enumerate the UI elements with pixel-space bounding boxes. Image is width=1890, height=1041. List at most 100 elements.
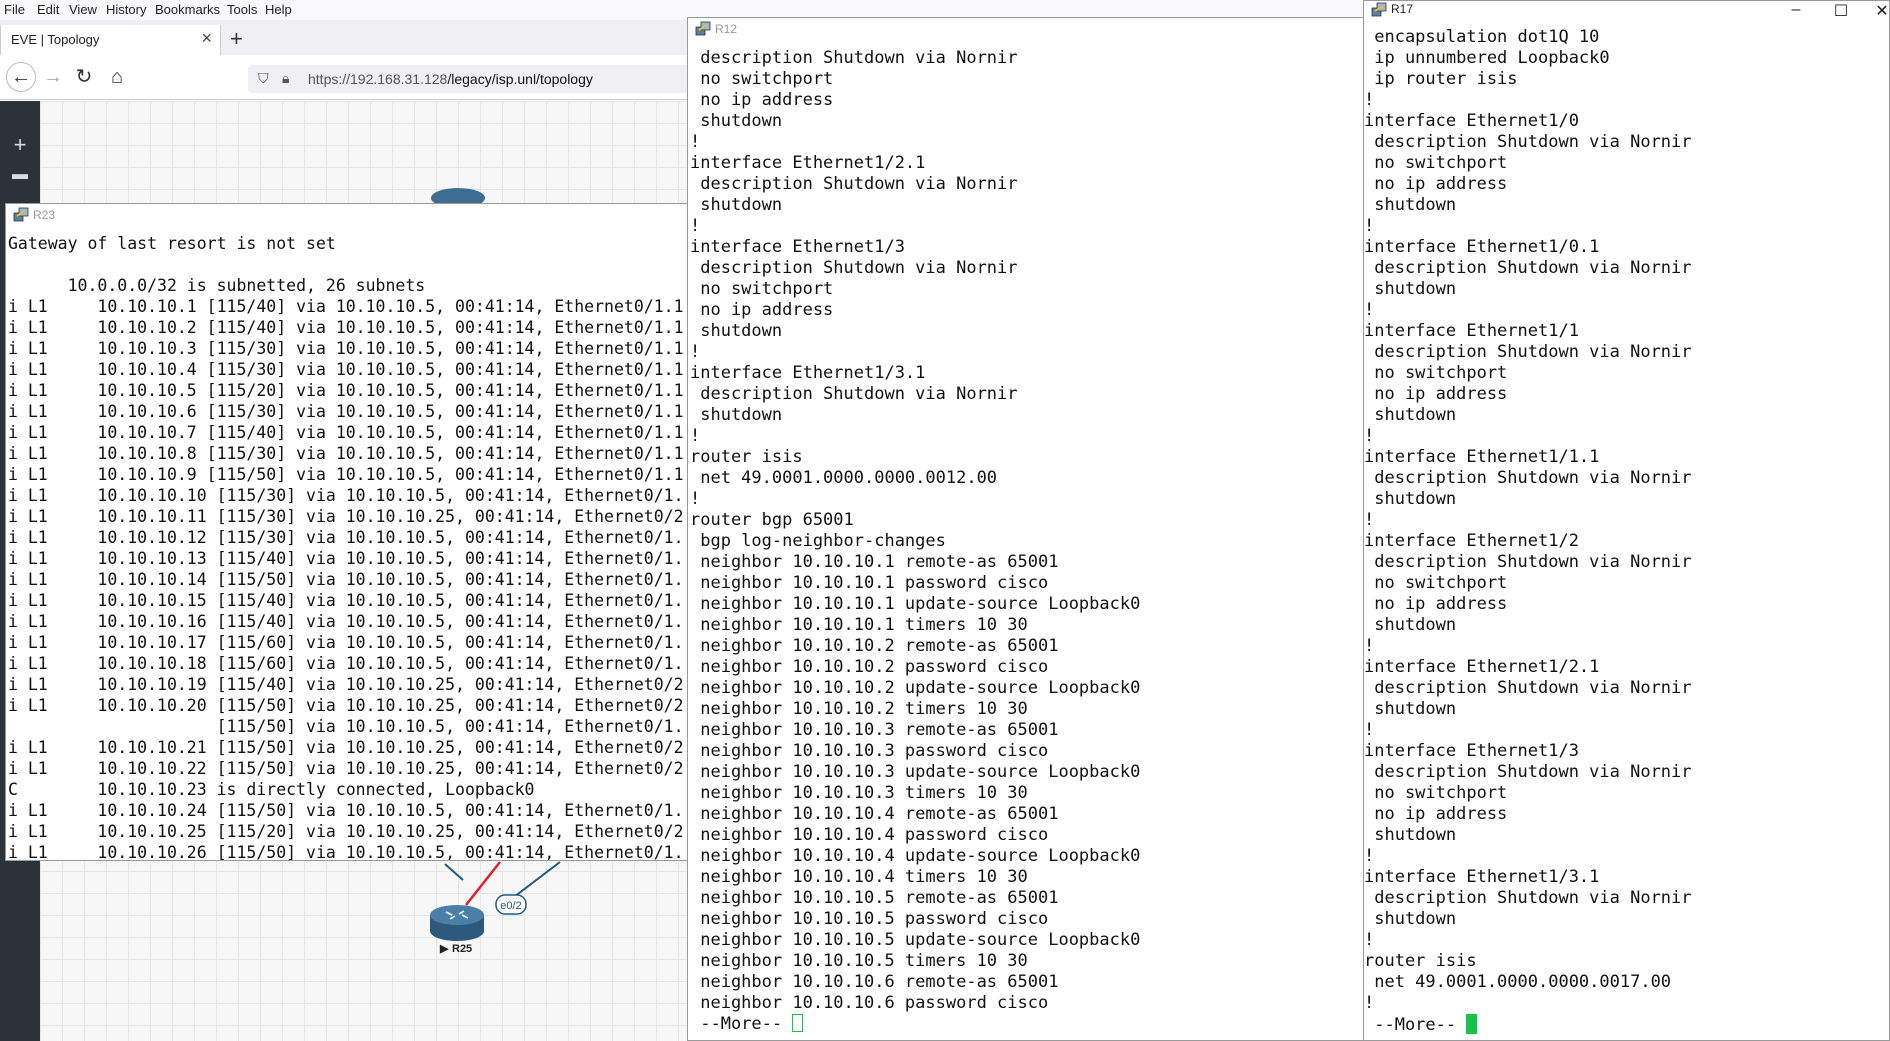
terminal-line: !: [1364, 993, 1375, 1013]
terminal-line: 10.0.0.0/32 is subnetted, 26 subnets: [8, 276, 426, 295]
window-title: R17: [1391, 2, 1414, 16]
terminal-line: i L1 10.10.10.17 [115/60] via 10.10.10.5…: [8, 633, 684, 652]
terminal-line: no switchport: [690, 279, 834, 299]
terminal-line: !: [690, 426, 701, 446]
terminal-line: description Shutdown via Nornir: [1364, 678, 1692, 698]
terminal-line: neighbor 10.10.10.2 timers 10 30: [690, 699, 1028, 719]
terminal-line: i L1 10.10.10.18 [115/60] via 10.10.10.5…: [8, 654, 684, 673]
terminal-line: shutdown: [690, 321, 783, 341]
terminal-line: bgp log-neighbor-changes: [690, 531, 946, 551]
terminal-line: shutdown: [1364, 825, 1457, 845]
terminal-line: interface Ethernet1/2.1: [690, 153, 926, 173]
terminal-line: Gateway of last resort is not set: [8, 234, 336, 253]
terminal-line: neighbor 10.10.10.6 password cisco: [690, 993, 1049, 1013]
close-icon[interactable]: ✕: [1867, 1, 1889, 21]
terminal-line: neighbor 10.10.10.6 remote-as 65001: [690, 972, 1059, 992]
terminal-line: !: [690, 132, 701, 152]
terminal-line: i L1 10.10.10.11 [115/30] via 10.10.10.2…: [8, 507, 684, 526]
window-titlebar[interactable]: R23: [6, 204, 704, 226]
terminal-line: i L1 10.10.10.7 [115/40] via 10.10.10.5,…: [8, 423, 684, 442]
terminal-line: interface Ethernet1/3: [1364, 741, 1579, 761]
terminal-line: i L1 10.10.10.24 [115/50] via 10.10.10.5…: [8, 801, 684, 820]
terminal-line: neighbor 10.10.10.2 update-source Loopba…: [690, 678, 1141, 698]
terminal-line: neighbor 10.10.10.1 timers 10 30: [690, 615, 1028, 635]
more-prompt: --More--: [1364, 1015, 1467, 1035]
terminal-line: neighbor 10.10.10.4 password cisco: [690, 825, 1049, 845]
terminal-window-r12[interactable]: R12 description Shutdown via Nornir no s…: [687, 17, 1367, 1041]
terminal-line: no ip address: [1364, 384, 1508, 404]
terminal-line: description Shutdown via Nornir: [690, 48, 1018, 68]
window-titlebar[interactable]: R17 – ☐ ✕: [1364, 1, 1889, 21]
terminal-line: interface Ethernet1/1: [1364, 321, 1579, 341]
terminal-output[interactable]: description Shutdown via Nornir no switc…: [690, 48, 1366, 1040]
terminal-line: shutdown: [1364, 195, 1457, 215]
terminal-line: encapsulation dot1Q 10: [1364, 27, 1600, 47]
terminal-line: i L1 10.10.10.12 [115/30] via 10.10.10.5…: [8, 528, 684, 547]
terminal-line: !: [1364, 930, 1375, 950]
terminal-line: no switchport: [1364, 153, 1508, 173]
terminal-cursor: [792, 1014, 804, 1032]
terminal-line: i L1 10.10.10.6 [115/30] via 10.10.10.5,…: [8, 402, 684, 421]
terminal-line: !: [1364, 720, 1375, 740]
terminal-line: i L1 10.10.10.4 [115/30] via 10.10.10.5,…: [8, 360, 684, 379]
window-title: R23: [33, 208, 56, 222]
terminal-line: no ip address: [1364, 174, 1508, 194]
terminal-line: [115/50] via 10.10.10.5, 00:41:14, Ether…: [8, 717, 684, 736]
terminal-line: neighbor 10.10.10.1 update-source Loopba…: [690, 594, 1141, 614]
terminal-line: shutdown: [1364, 489, 1457, 509]
terminal-line: neighbor 10.10.10.4 update-source Loopba…: [690, 846, 1141, 866]
terminal-line: neighbor 10.10.10.2 password cisco: [690, 657, 1049, 677]
terminal-line: neighbor 10.10.10.5 update-source Loopba…: [690, 930, 1141, 950]
terminal-line: !: [690, 342, 701, 362]
terminal-line: !: [1364, 90, 1375, 110]
terminal-line: interface Ethernet1/1.1: [1364, 447, 1600, 467]
more-prompt-line: --More--: [1364, 1014, 1889, 1035]
terminal-line: i L1 10.10.10.9 [115/50] via 10.10.10.5,…: [8, 465, 684, 484]
terminal-line: router isis: [1364, 951, 1477, 971]
terminal-line: !: [1364, 846, 1375, 866]
terminal-line: description Shutdown via Nornir: [690, 258, 1018, 278]
terminal-line: !: [1364, 300, 1375, 320]
terminal-line: i L1 10.10.10.25 [115/20] via 10.10.10.2…: [8, 822, 684, 841]
terminal-line: description Shutdown via Nornir: [690, 174, 1018, 194]
link-line: [444, 863, 464, 881]
terminal-line: neighbor 10.10.10.2 remote-as 65001: [690, 636, 1059, 656]
terminal-line: shutdown: [1364, 279, 1457, 299]
terminal-line: i L1 10.10.10.8 [115/30] via 10.10.10.5,…: [8, 444, 684, 463]
link-label: e0/2: [500, 900, 521, 912]
terminal-line: interface Ethernet1/3.1: [690, 363, 926, 383]
terminal-line: i L1 10.10.10.3 [115/30] via 10.10.10.5,…: [8, 339, 684, 358]
terminal-window-r17[interactable]: R17 – ☐ ✕ encapsulation dot1Q 10 ip unnu…: [1363, 0, 1890, 1041]
maximize-icon[interactable]: ☐: [1826, 1, 1856, 21]
minimize-icon[interactable]: –: [1781, 1, 1811, 19]
terminal-line: !: [690, 489, 701, 509]
terminal-line: ip unnumbered Loopback0: [1364, 48, 1610, 68]
terminal-window-r23[interactable]: R23 Gateway of last resort is not set 10…: [5, 203, 705, 861]
window-title: R12: [715, 22, 738, 36]
terminal-line: i L1 10.10.10.22 [115/50] via 10.10.10.2…: [8, 759, 684, 778]
terminal-line: shutdown: [690, 405, 783, 425]
terminal-line: !: [1364, 426, 1375, 446]
terminal-line: i L1 10.10.10.19 [115/40] via 10.10.10.2…: [8, 675, 684, 694]
terminal-line: interface Ethernet1/3.1: [1364, 867, 1600, 887]
terminal-line: i L1 10.10.10.14 [115/50] via 10.10.10.5…: [8, 570, 684, 589]
terminal-line: router isis: [690, 447, 803, 467]
terminal-line: i L1 10.10.10.16 [115/40] via 10.10.10.5…: [8, 612, 684, 631]
terminal-line: neighbor 10.10.10.5 timers 10 30: [690, 951, 1028, 971]
terminal-line: description Shutdown via Nornir: [1364, 888, 1692, 908]
terminal-line: i L1 10.10.10.13 [115/40] via 10.10.10.5…: [8, 549, 684, 568]
terminal-line: shutdown: [1364, 909, 1457, 929]
terminal-line: router bgp 65001: [690, 510, 854, 530]
terminal-line: i L1 10.10.10.26 [115/50] via 10.10.10.5…: [8, 843, 684, 860]
terminal-line: shutdown: [690, 195, 783, 215]
more-prompt-line: --More--: [690, 1014, 1366, 1035]
window-titlebar[interactable]: R12: [688, 18, 1366, 40]
router-icon[interactable]: [430, 905, 484, 941]
terminal-line: description Shutdown via Nornir: [1364, 132, 1692, 152]
terminal-output[interactable]: Gateway of last resort is not set 10.0.0…: [8, 233, 704, 860]
terminal-line: shutdown: [690, 111, 783, 131]
terminal-line: neighbor 10.10.10.4 remote-as 65001: [690, 804, 1059, 824]
terminal-line: net 49.0001.0000.0000.0017.00: [1364, 972, 1672, 992]
terminal-output[interactable]: encapsulation dot1Q 10 ip unnumbered Loo…: [1364, 27, 1889, 1040]
